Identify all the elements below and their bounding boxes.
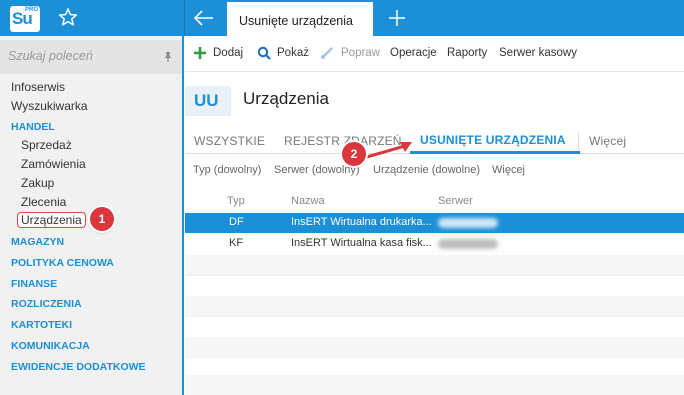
star-icon[interactable]	[58, 7, 78, 27]
sidebar-section-handel[interactable]: HANDEL	[11, 121, 55, 133]
search-box	[0, 40, 182, 74]
table-row[interactable]: DF InsERT Wirtualna drukarka...	[185, 213, 684, 233]
search-icon	[257, 46, 271, 60]
search-input[interactable]	[8, 49, 158, 63]
table-header: Typ Nazwa Serwer	[185, 193, 684, 211]
cell-type: KF	[229, 237, 244, 249]
sidebar-section-kartoteki[interactable]: KARTOTEKI	[11, 319, 72, 331]
add-button[interactable]: Dodaj	[213, 47, 243, 59]
operations-button[interactable]: Operacje	[390, 47, 437, 59]
edit-button[interactable]: Popraw	[341, 47, 380, 59]
toolbar: Dodaj Pokaż Popraw Operacje Raporty Serw…	[185, 36, 684, 72]
empty-row	[185, 375, 684, 395]
reports-button[interactable]: Raporty	[447, 47, 487, 59]
cash-server-button[interactable]: Serwer kasowy	[499, 47, 577, 59]
empty-row	[185, 337, 684, 357]
empty-row	[185, 255, 684, 275]
callout-2: 2	[342, 142, 366, 166]
sidebar-item-zlecenia[interactable]: Zlecenia	[21, 195, 66, 209]
divider	[184, 0, 185, 36]
pin-icon[interactable]	[162, 51, 174, 63]
sidebar-item-zakup[interactable]: Zakup	[21, 176, 54, 190]
tab-wszystkie[interactable]: WSZYSTKIE	[194, 134, 265, 148]
page-title: Urządzenia	[243, 89, 329, 108]
top-bar: Su PRO Usunięte urządzenia	[0, 0, 684, 36]
brush-icon	[321, 47, 333, 59]
tab-bar: WSZYSTKIE REJESTR ZDARZEŃ USUNIĘTE URZĄD…	[185, 127, 684, 154]
sidebar-section-finanse[interactable]: FINANSE	[11, 278, 57, 290]
cell-server-redacted	[438, 239, 498, 249]
filter-more[interactable]: Więcej	[492, 164, 525, 176]
sidebar-item-zamowienia[interactable]: Zamówienia	[21, 157, 86, 171]
tab-separator	[578, 132, 579, 150]
tab-usuniete-urzadzenia-view[interactable]: USUNIĘTE URZĄDZENIA	[420, 133, 566, 147]
active-tab-indicator	[410, 151, 580, 154]
column-header-server[interactable]: Serwer	[438, 195, 473, 207]
sidebar-section-magazyn[interactable]: MAGAZYN	[11, 236, 64, 248]
plus-icon	[194, 47, 206, 59]
sidebar-item-infoserwis[interactable]: Infoserwis	[11, 80, 65, 94]
grid-line	[185, 357, 684, 358]
sidebar-section-polityka-cenowa[interactable]: POLITYKA CENOWA	[11, 257, 114, 269]
table-row[interactable]: KF InsERT Wirtualna kasa fisk...	[185, 234, 684, 254]
sidebar-section-komunikacja[interactable]: KOMUNIKACJA	[11, 340, 90, 352]
show-button[interactable]: Pokaż	[277, 47, 309, 59]
sidebar-section-rozliczenia[interactable]: ROZLICZENIA	[11, 298, 82, 310]
module-badge: UU	[185, 86, 231, 116]
sidebar-item-urzadzenia[interactable]: Urządzenia	[17, 212, 86, 228]
filter-bar: Typ (dowolny) Serwer (dowolny) Urządzeni…	[185, 162, 684, 182]
cell-server-redacted	[438, 218, 498, 228]
tab-usuniete-urzadzenia[interactable]: Usunięte urządzenia	[227, 2, 373, 36]
filter-type[interactable]: Typ (dowolny)	[193, 164, 261, 176]
cell-name: InsERT Wirtualna drukarka...	[291, 216, 432, 228]
column-header-name[interactable]: Nazwa	[291, 195, 325, 207]
grid-line	[185, 275, 684, 276]
sidebar-item-sprzedaz[interactable]: Sprzedaż	[21, 138, 72, 152]
sidebar-section-ewidencje-dodatkowe[interactable]: EWIDENCJE DODATKOWE	[11, 361, 146, 373]
cell-type: DF	[229, 216, 244, 228]
grid-line	[185, 316, 684, 317]
app-logo[interactable]: Su PRO	[10, 6, 40, 32]
empty-row	[185, 296, 684, 316]
new-tab-plus-icon[interactable]	[387, 8, 407, 28]
tab-wiecej[interactable]: Więcej	[589, 134, 626, 148]
sidebar-item-wyszukiwarka[interactable]: Wyszukiwarka	[11, 99, 88, 113]
callout-1: 1	[90, 207, 114, 231]
column-header-type[interactable]: Typ	[227, 195, 245, 207]
cell-name: InsERT Wirtualna kasa fisk...	[291, 237, 432, 249]
back-arrow-icon[interactable]	[193, 8, 215, 28]
logo-badge: PRO	[24, 7, 38, 13]
